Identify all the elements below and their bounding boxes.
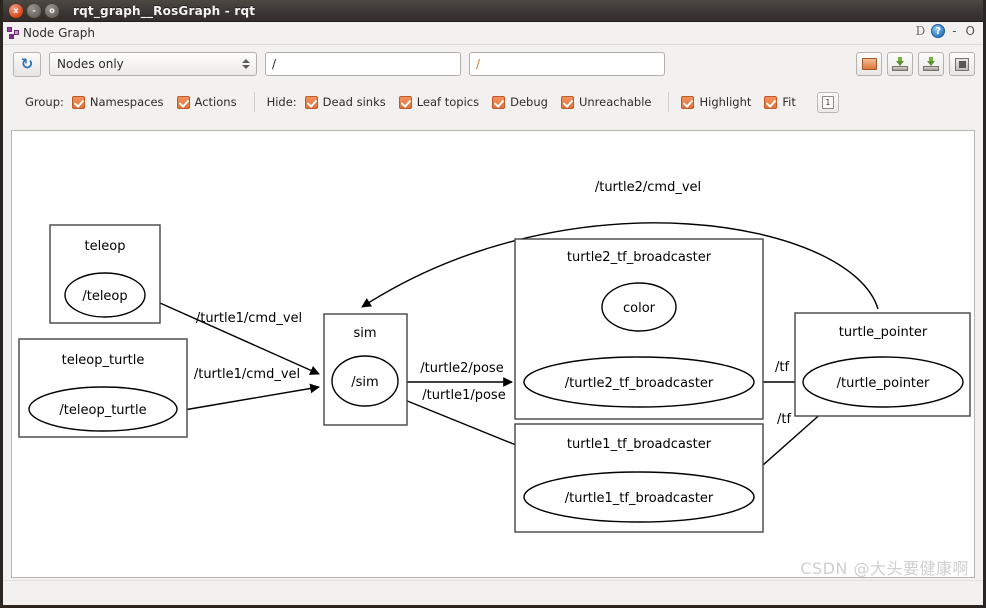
node-filter-input[interactable]: / [469,52,665,76]
checkbox-unreachable-label: Unreachable [578,95,652,109]
dock-float-icon[interactable]: D [915,24,927,38]
checkbox-fit-box [764,95,778,109]
save-dot-icon [892,57,908,71]
checkbox-highlight[interactable]: Highlight [681,95,751,109]
checkbox-highlight-box [681,95,695,109]
cluster-teleop[interactable]: teleop /teleop [49,224,161,324]
window-maximize-button[interactable]: o [45,3,59,18]
checkbox-dead-sinks[interactable]: Dead sinks [304,95,386,109]
checkbox-dead-sinks-box [304,95,318,109]
image-icon [955,57,969,71]
graph-canvas[interactable]: /turtle2/cmd_vel /turtle1/cmd_vel /turtl… [11,130,975,578]
dock-header: Node Graph D ? - O [3,22,983,45]
cluster-turtle1-tf-broadcaster-label: turtle1_tf_broadcaster [567,437,712,452]
checkbox-highlight-label: Highlight [699,95,752,109]
spinner-arrows-icon [242,59,250,69]
checkbox-namespaces[interactable]: Namespaces [71,95,164,109]
watermark: CSDN @大头要健康啊 [800,559,969,578]
node-teleop-label: /teleop [82,289,127,304]
checkbox-fit-label: Fit [782,95,796,109]
node-filter-value: / [476,57,481,71]
cluster-turtle-pointer[interactable]: turtle_pointer /turtle_pointer [794,312,971,417]
cluster-turtle2-tf-broadcaster[interactable]: turtle2_tf_broadcaster color /turtle2_tf… [514,238,764,420]
topic-filter-input[interactable]: / [265,52,461,76]
refresh-icon: ↻ [20,54,34,73]
save-svg-button[interactable] [918,52,944,76]
dock-title: Node Graph [23,26,95,40]
checkbox-debug[interactable]: Debug [492,95,548,109]
hide-label: Hide: [266,95,297,109]
folder-icon [861,58,877,70]
refresh-button[interactable]: ↻ [13,51,41,77]
filter-toolbar: Group: Namespaces Actions Hide: Dead sin… [3,88,983,116]
checkbox-actions-label: Actions [194,95,237,109]
dock-controls: D ? - O [915,24,977,38]
window-close-button[interactable]: x [9,3,23,18]
graph-toolbar: ↻ Nodes only / / [3,45,983,83]
edge-label-tf-turtle1: /tf [777,412,791,427]
save-dot-button[interactable] [887,52,913,76]
checkbox-dead-sinks-label: Dead sinks [322,95,386,109]
edge-label-teleop-cmd-vel: /turtle1/cmd_vel [196,311,302,326]
window-close-label: x [13,5,19,15]
load-dot-button[interactable] [856,52,882,76]
window-controls: x - o [3,3,59,18]
zoom-reset-label: 1 [821,95,834,109]
edge-label-turtle2-pose: /turtle2/pose [420,361,503,376]
toolbar-divider-2 [668,92,670,112]
node-teleop-turtle-label: /teleop_turtle [59,403,146,418]
node-sim-label: /sim [351,375,378,390]
window-minimize-label: - [32,5,36,15]
status-bar [3,580,983,605]
topic-filter-value: / [272,57,277,71]
help-icon[interactable]: ? [931,24,946,38]
cluster-turtle-pointer-label: turtle_pointer [839,325,928,340]
ros-node-graph: /turtle2/cmd_vel /turtle1/cmd_vel /turtl… [18,180,971,533]
save-image-button[interactable] [949,52,975,76]
edge-label-tf-turtle2: /tf [775,360,789,375]
graph-mode-select[interactable]: Nodes only [49,52,257,76]
window-titlebar: x - o rqt_graph__RosGraph - rqt [3,0,983,22]
edge-label-turtle2-cmd-vel: /turtle2/cmd_vel [595,180,701,195]
edge-teleop-turtle-cmd-vel [177,383,320,412]
edge-label-teleop-turtle-cmd-vel: /turtle1/cmd_vel [194,367,300,382]
cluster-teleop-label: teleop [85,239,126,254]
window-maximize-label: o [49,5,55,15]
checkbox-actions-box [176,95,190,109]
cluster-sim-label: sim [353,326,376,341]
node-turtle1-tf-broadcaster-label: /turtle1_tf_broadcaster [565,491,714,506]
graph-icon [7,26,20,40]
cluster-turtle2-tf-broadcaster-label: turtle2_tf_broadcaster [567,250,712,265]
cluster-sim[interactable]: sim /sim [323,313,408,426]
checkbox-unreachable[interactable]: Unreachable [560,95,652,109]
node-turtle2-tf-broadcaster-label: /turtle2_tf_broadcaster [565,376,714,391]
checkbox-namespaces-label: Namespaces [89,95,164,109]
cluster-teleop-turtle-label: teleop_turtle [62,353,145,368]
checkbox-leaf-topics-box [398,95,412,109]
checkbox-fit[interactable]: Fit [764,95,796,109]
edge-label-turtle1-pose: /turtle1/pose [422,388,505,403]
checkbox-actions[interactable]: Actions [176,95,237,109]
toolbar-divider-1 [253,92,255,112]
window-title: rqt_graph__RosGraph - rqt [73,3,256,18]
dock-minimize-button[interactable]: - [950,24,958,38]
cluster-turtle1-tf-broadcaster[interactable]: turtle1_tf_broadcaster /turtle1_tf_broad… [514,423,764,533]
checkbox-unreachable-box [560,95,574,109]
checkbox-debug-label: Debug [510,95,548,109]
checkbox-leaf-topics[interactable]: Leaf topics [398,95,480,109]
graph-mode-value: Nodes only [57,57,124,71]
save-svg-icon [923,57,939,71]
zoom-reset-button[interactable]: 1 [816,91,839,113]
node-turtle-pointer-label: /turtle_pointer [837,376,930,391]
toolbar-action-buttons [856,52,975,76]
checkbox-leaf-topics-label: Leaf topics [416,95,480,109]
cluster-teleop-turtle[interactable]: teleop_turtle /teleop_turtle [18,338,188,438]
checkbox-debug-box [492,95,506,109]
rqt-window: x - o rqt_graph__RosGraph - rqt Node Gra… [0,0,986,608]
dock-close-button[interactable]: O [964,24,977,38]
node-color-label: color [623,301,656,316]
group-label: Group: [25,95,64,109]
window-minimize-button[interactable]: - [27,3,41,18]
checkbox-namespaces-box [71,95,85,109]
